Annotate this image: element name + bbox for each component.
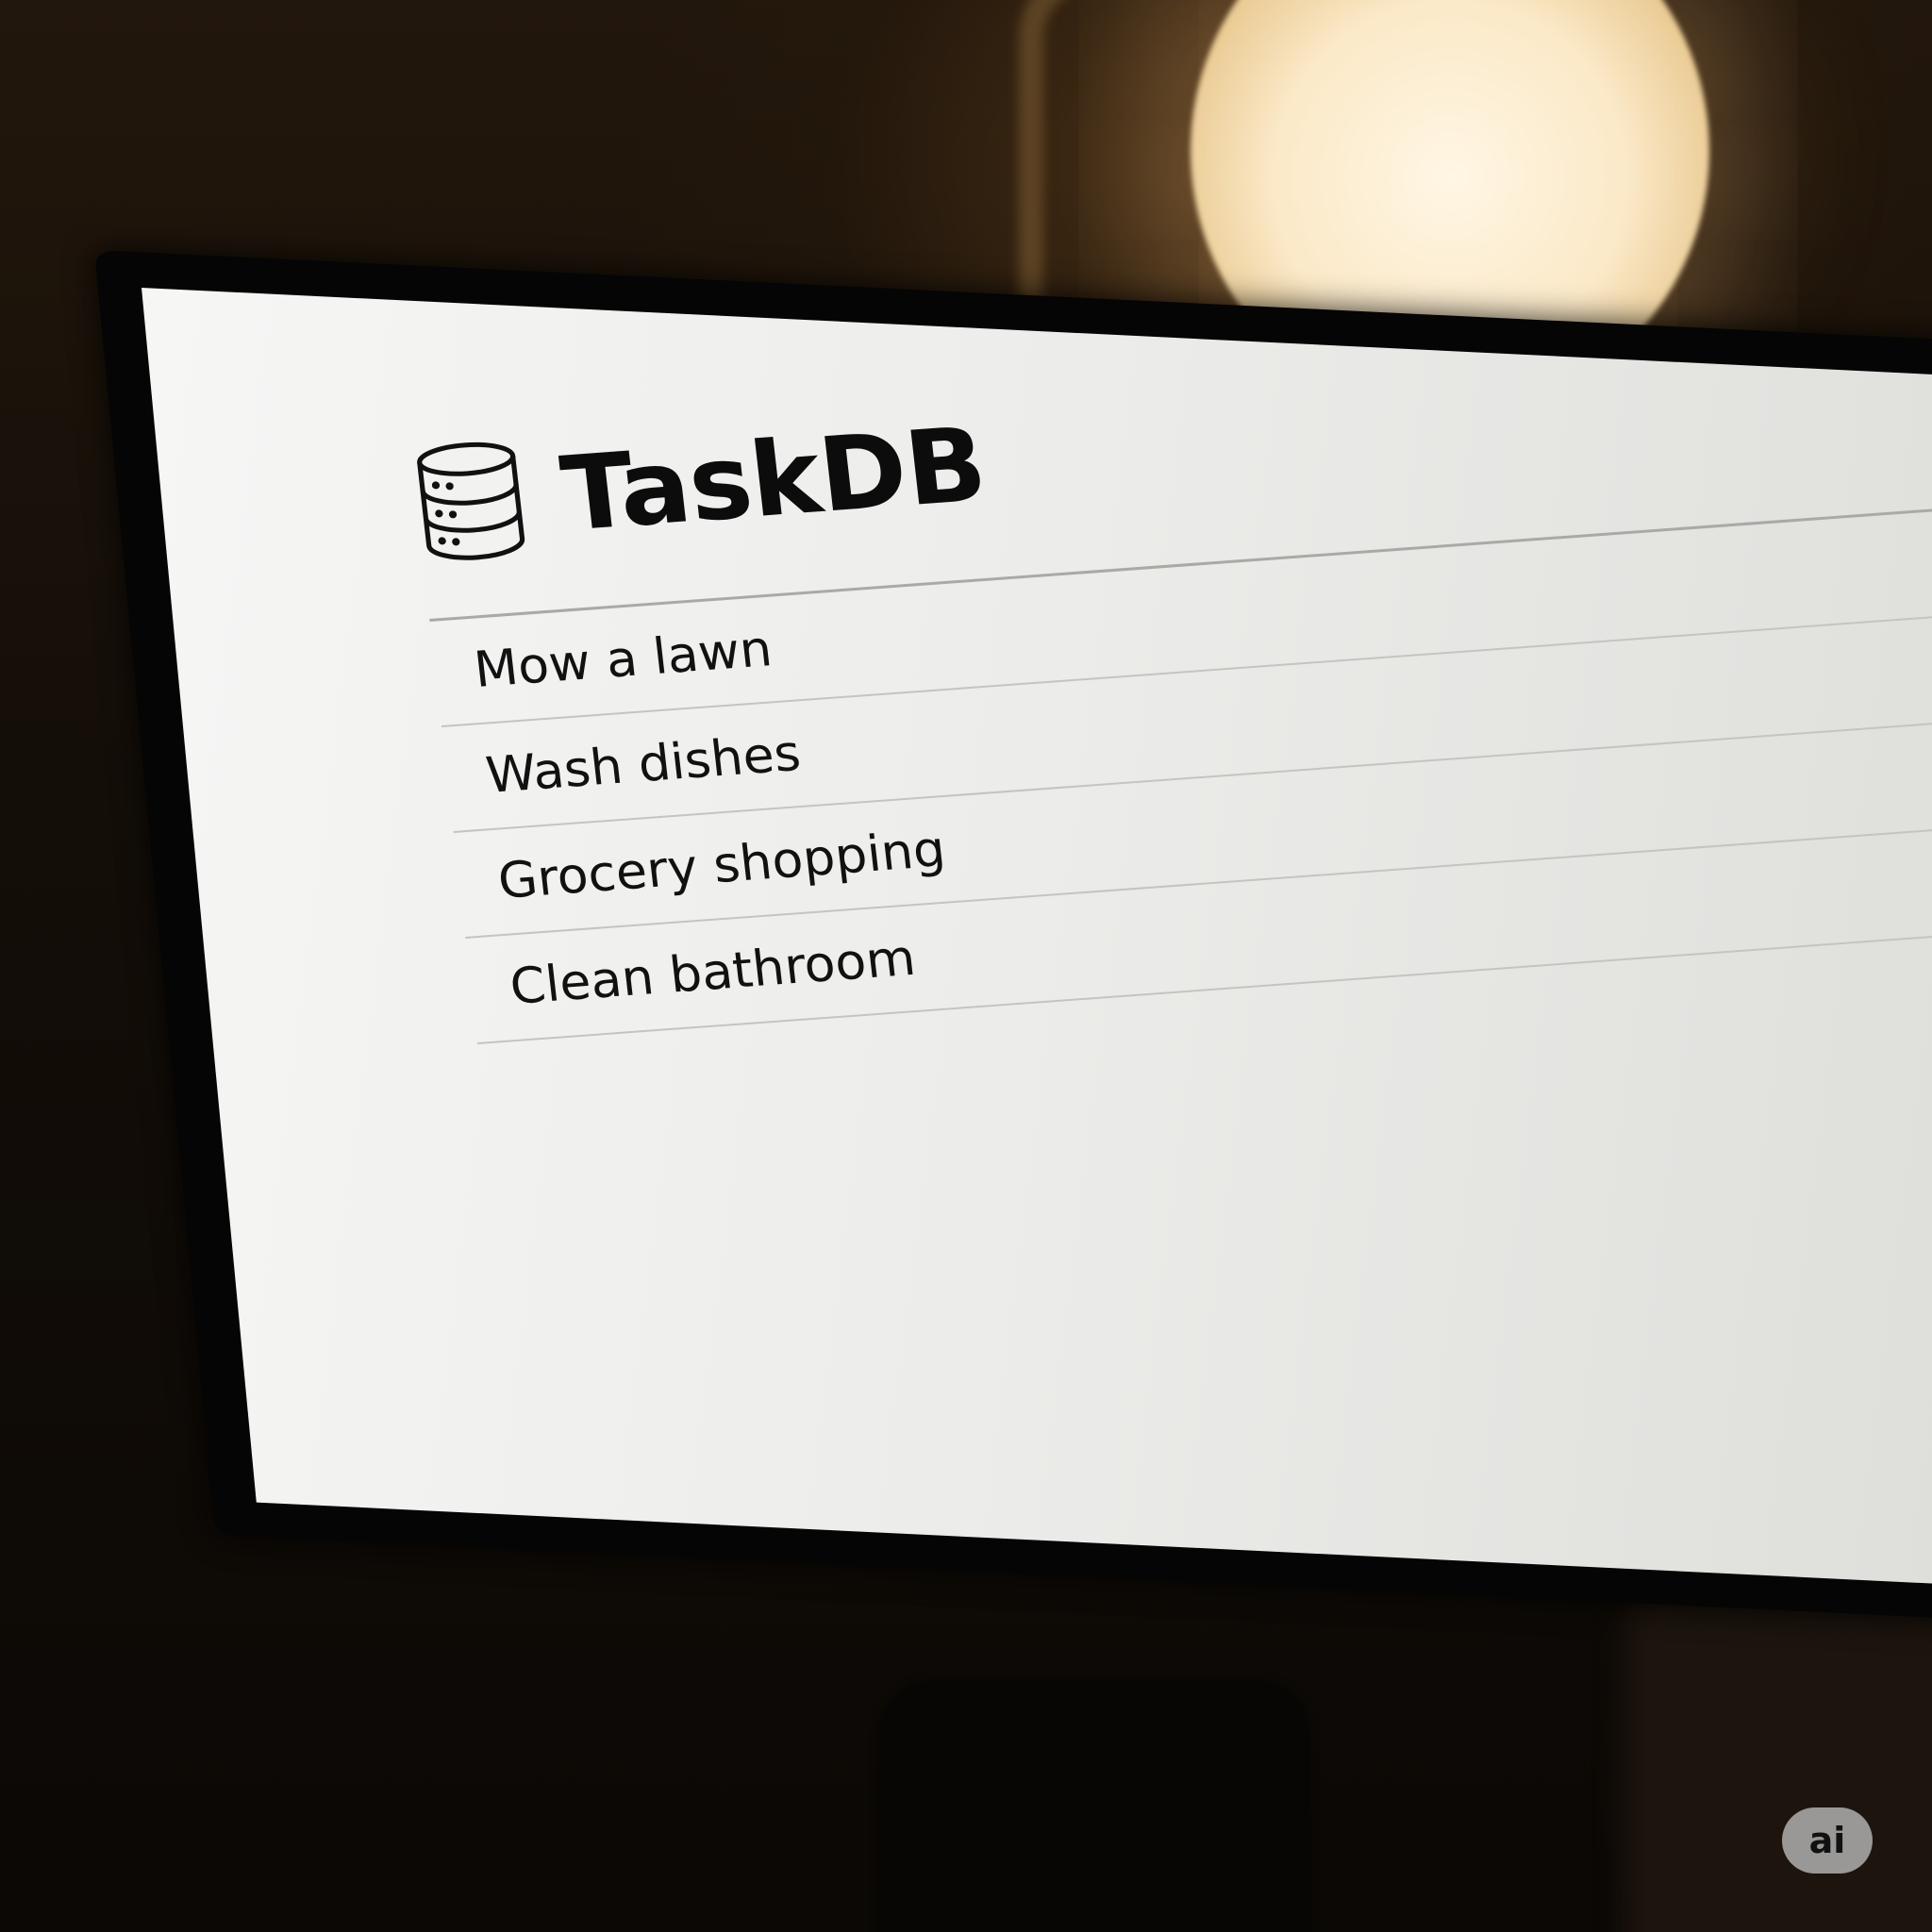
task-list: Mow a lawn Wash dishes Grocery shopping … bbox=[429, 497, 1932, 1044]
monitor-screen: TaskDB Mow a lawn Wash dishes Grocery sh… bbox=[142, 288, 1932, 1592]
task-label: Clean bathroom bbox=[507, 929, 919, 1016]
task-label: Wash dishes bbox=[483, 724, 804, 805]
database-icon bbox=[417, 441, 525, 560]
task-label: Mow a lawn bbox=[471, 620, 775, 700]
monitor: TaskDB Mow a lawn Wash dishes Grocery sh… bbox=[0, 0, 1932, 1932]
taskdb-app: TaskDB Mow a lawn Wash dishes Grocery sh… bbox=[409, 315, 1932, 1044]
ai-watermark-badge: ai bbox=[1782, 1807, 1873, 1874]
app-title: TaskDB bbox=[556, 405, 991, 555]
task-label: Grocery shopping bbox=[494, 821, 949, 910]
